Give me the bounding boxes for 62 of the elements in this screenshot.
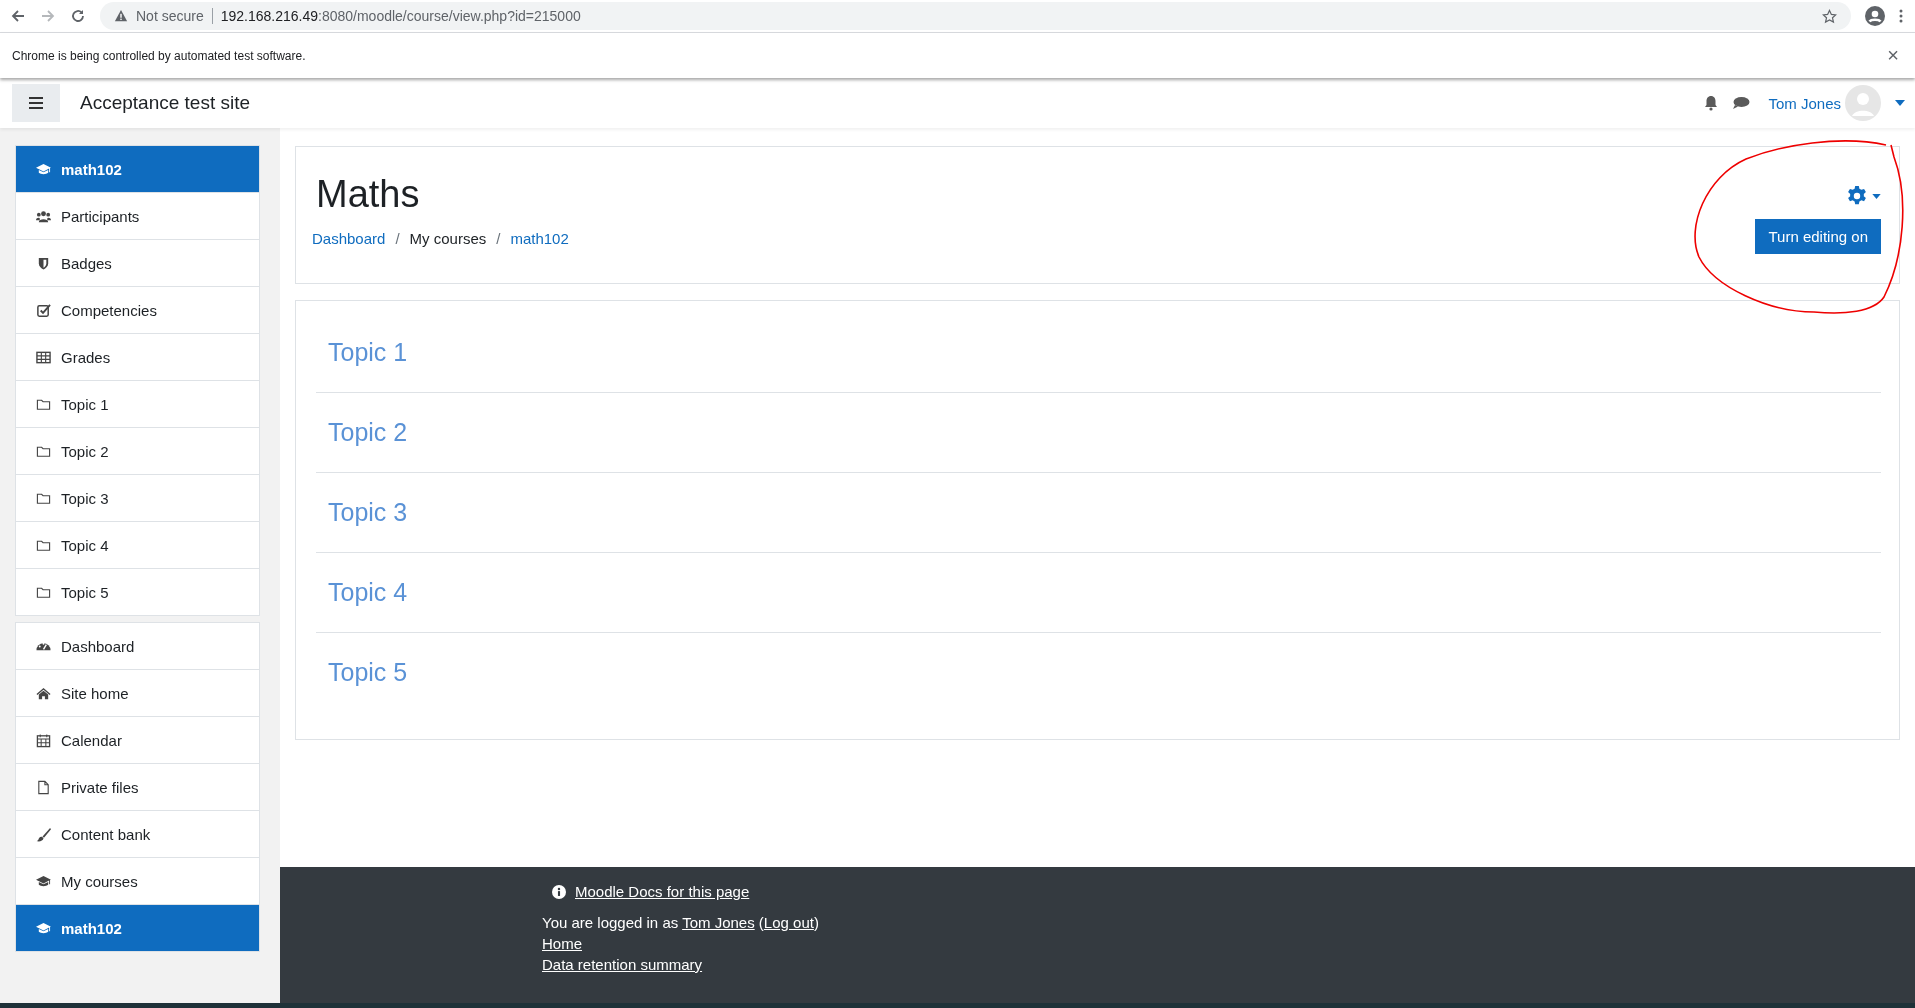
breadcrumb-link[interactable]: Dashboard bbox=[312, 230, 386, 247]
sidebar-item[interactable]: math102 bbox=[16, 146, 259, 192]
bell-icon[interactable] bbox=[1704, 95, 1719, 111]
house-icon bbox=[36, 685, 51, 701]
profile-icon[interactable] bbox=[1865, 6, 1885, 26]
turn-editing-on-button[interactable]: Turn editing on bbox=[1755, 219, 1881, 254]
caret-icon bbox=[1872, 193, 1881, 199]
close-button[interactable]: × bbox=[1883, 44, 1903, 67]
address-bar[interactable]: Not secure 192.168.216.49:8080/moodle/course/view.php?id=215000 bbox=[100, 2, 1851, 30]
sidebar-item[interactable]: Dashboard bbox=[16, 623, 259, 669]
sidebar-item[interactable]: Grades bbox=[16, 333, 259, 380]
footer-link[interactable]: Home bbox=[542, 935, 582, 952]
sidebar-item[interactable]: Calendar bbox=[16, 716, 259, 763]
breadcrumb-separator: / bbox=[395, 230, 400, 247]
url-text: 192.168.216.49:8080/moodle/course/view.php?id=215000 bbox=[220, 8, 582, 24]
user-name[interactable]: Tom Jones bbox=[1768, 94, 1841, 112]
sidebar-item[interactable]: Private files bbox=[16, 763, 259, 810]
file-icon bbox=[36, 779, 51, 795]
breadcrumb-link[interactable]: math102 bbox=[510, 230, 569, 247]
site-name[interactable]: Acceptance test site bbox=[80, 92, 251, 114]
sidebar-item[interactable]: math102 bbox=[16, 904, 259, 951]
login-info: You are logged in as Tom Jones (Log out) bbox=[542, 914, 820, 931]
graduation-cap-icon bbox=[36, 920, 51, 936]
automation-message: Chrome is being controlled by automated test software. bbox=[12, 48, 306, 63]
menu-icon[interactable] bbox=[1899, 8, 1903, 24]
docs-link[interactable]: Moodle Docs for this page bbox=[575, 883, 750, 900]
sidebar-item[interactable]: Content bank bbox=[16, 810, 259, 857]
sidebar-item[interactable]: Topic 5 bbox=[16, 568, 259, 615]
caret-icon[interactable] bbox=[1895, 100, 1905, 106]
sidebar-item[interactable]: Topic 3 bbox=[16, 474, 259, 521]
sidebar-item[interactable]: Topic 1 bbox=[16, 380, 259, 427]
brush-icon bbox=[36, 826, 51, 842]
breadcrumb-text: My courses bbox=[409, 230, 487, 247]
graduation-cap-icon bbox=[36, 161, 51, 177]
sidebar-item[interactable]: Topic 4 bbox=[16, 521, 259, 568]
course-title: Maths bbox=[316, 173, 421, 216]
logout-link[interactable]: Log out bbox=[763, 914, 814, 931]
menu-icon bbox=[29, 97, 43, 109]
settings-icon bbox=[1846, 185, 1868, 207]
sidebar-item[interactable]: Competencies bbox=[16, 286, 259, 333]
graduation-cap-icon bbox=[36, 873, 51, 889]
footer-link[interactable]: Data retention summary bbox=[542, 956, 703, 973]
back-icon[interactable] bbox=[10, 8, 26, 24]
sidebar-item[interactable]: Site home bbox=[16, 669, 259, 716]
chat-icon[interactable] bbox=[1732, 96, 1751, 110]
user-link[interactable]: Tom Jones bbox=[682, 914, 755, 931]
reload-icon[interactable] bbox=[70, 8, 86, 24]
sidebar-item[interactable]: Badges bbox=[16, 239, 259, 286]
checkbox-icon bbox=[36, 302, 51, 318]
star-icon[interactable] bbox=[1822, 8, 1837, 24]
sidebar-item[interactable]: Participants bbox=[16, 192, 259, 239]
shield-icon bbox=[36, 255, 51, 271]
settings-menu[interactable] bbox=[1846, 185, 1881, 207]
breadcrumb-separator: / bbox=[496, 230, 501, 247]
sidebar-item[interactable]: Topic 2 bbox=[16, 427, 259, 474]
info-icon bbox=[552, 884, 566, 899]
table-icon bbox=[36, 349, 51, 365]
people-icon bbox=[36, 208, 51, 224]
calendar-icon bbox=[36, 732, 51, 748]
security-label: Not secure bbox=[136, 8, 204, 24]
menu-button[interactable] bbox=[12, 84, 60, 122]
warning-icon bbox=[114, 9, 128, 23]
